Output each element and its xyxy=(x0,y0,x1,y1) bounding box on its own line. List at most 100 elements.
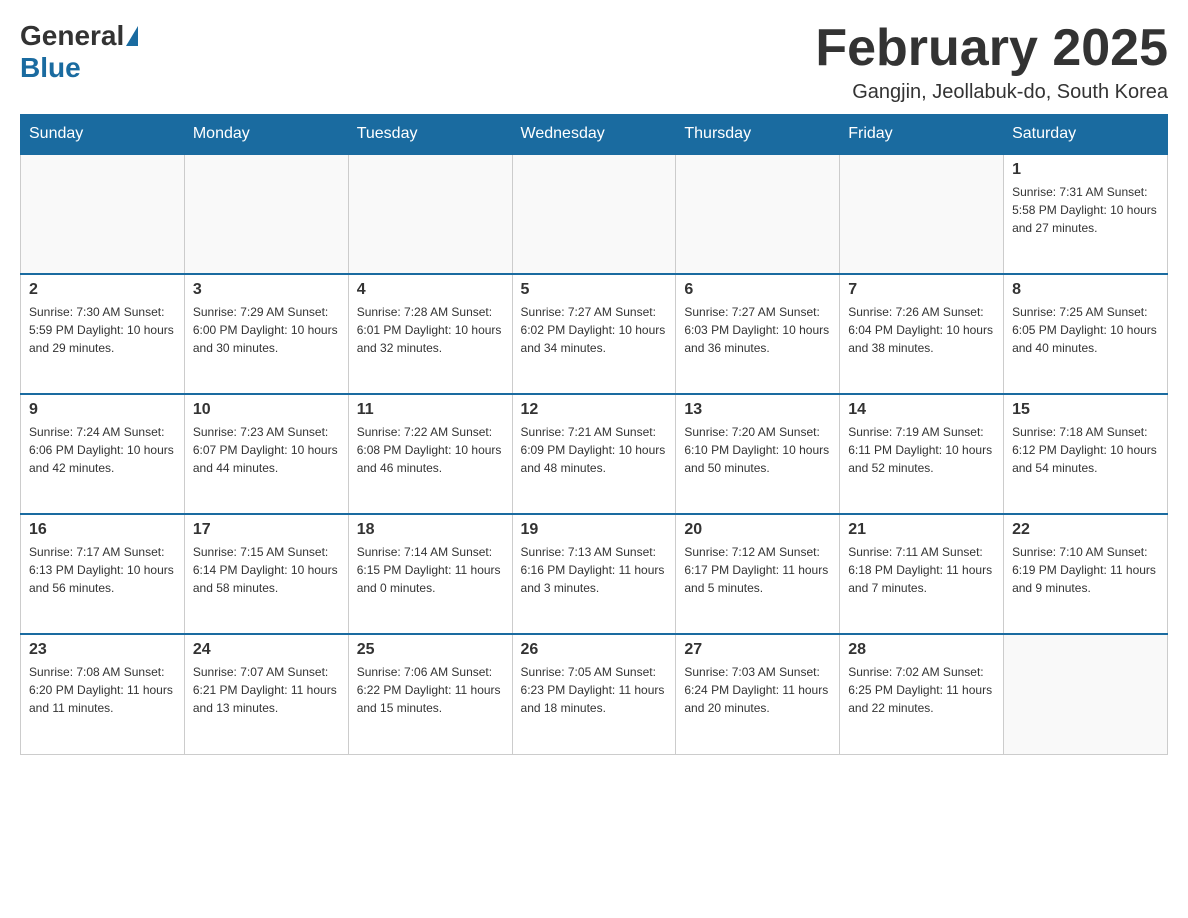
day-number: 17 xyxy=(193,521,340,539)
logo-general-text: General xyxy=(20,20,124,52)
title-section: February 2025 Gangjin, Jeollabuk-do, Sou… xyxy=(815,20,1168,104)
week-row-3: 9 Sunrise: 7:24 AM Sunset: 6:06 PM Daylig… xyxy=(21,394,1168,514)
calendar-cell: 27 Sunrise: 7:03 AM Sunset: 6:24 PM Dayli… xyxy=(676,634,840,754)
calendar-cell: 17 Sunrise: 7:15 AM Sunset: 6:14 PM Dayli… xyxy=(184,514,348,634)
day-number: 8 xyxy=(1012,281,1159,299)
day-info: Sunrise: 7:26 AM Sunset: 6:04 PM Dayligh… xyxy=(848,303,995,357)
day-info: Sunrise: 7:17 AM Sunset: 6:13 PM Dayligh… xyxy=(29,543,176,597)
calendar-cell: 14 Sunrise: 7:19 AM Sunset: 6:11 PM Dayli… xyxy=(840,394,1004,514)
day-number: 3 xyxy=(193,281,340,299)
calendar-cell: 26 Sunrise: 7:05 AM Sunset: 6:23 PM Dayli… xyxy=(512,634,676,754)
day-number: 5 xyxy=(521,281,668,299)
day-number: 10 xyxy=(193,401,340,419)
day-number: 12 xyxy=(521,401,668,419)
calendar-cell: 18Sunrise: 7:14 AM Sunset: 6:15 PM Dayli… xyxy=(348,514,512,634)
header-tuesday: Tuesday xyxy=(348,115,512,155)
week-row-4: 16Sunrise: 7:17 AM Sunset: 6:13 PM Dayli… xyxy=(21,514,1168,634)
calendar-header-row: SundayMondayTuesdayWednesdayThursdayFrid… xyxy=(21,115,1168,155)
day-info: Sunrise: 7:11 AM Sunset: 6:18 PM Dayligh… xyxy=(848,543,995,597)
day-number: 6 xyxy=(684,281,831,299)
week-row-1: 1 Sunrise: 7:31 AM Sunset: 5:58 PM Daylig… xyxy=(21,154,1168,274)
location-label: Gangjin, Jeollabuk-do, South Korea xyxy=(815,81,1168,104)
calendar-cell: 25 Sunrise: 7:06 AM Sunset: 6:22 PM Dayli… xyxy=(348,634,512,754)
calendar-cell xyxy=(348,154,512,274)
calendar-cell: 22 Sunrise: 7:10 AM Sunset: 6:19 PM Dayli… xyxy=(1004,514,1168,634)
calendar-cell: 13 Sunrise: 7:20 AM Sunset: 6:10 PM Dayli… xyxy=(676,394,840,514)
day-number: 26 xyxy=(521,641,668,659)
calendar-cell xyxy=(1004,634,1168,754)
day-info: Sunrise: 7:27 AM Sunset: 6:02 PM Dayligh… xyxy=(521,303,668,357)
calendar-cell: 21 Sunrise: 7:11 AM Sunset: 6:18 PM Dayli… xyxy=(840,514,1004,634)
header-saturday: Saturday xyxy=(1004,115,1168,155)
header-friday: Friday xyxy=(840,115,1004,155)
logo-blue-text: Blue xyxy=(20,52,81,84)
calendar-cell: 3 Sunrise: 7:29 AM Sunset: 6:00 PM Daylig… xyxy=(184,274,348,394)
logo: General Blue xyxy=(20,20,140,84)
day-info: Sunrise: 7:03 AM Sunset: 6:24 PM Dayligh… xyxy=(684,663,831,717)
day-info: Sunrise: 7:06 AM Sunset: 6:22 PM Dayligh… xyxy=(357,663,504,717)
calendar-cell: 16Sunrise: 7:17 AM Sunset: 6:13 PM Dayli… xyxy=(21,514,185,634)
calendar-cell: 15Sunrise: 7:18 AM Sunset: 6:12 PM Dayli… xyxy=(1004,394,1168,514)
day-number: 7 xyxy=(848,281,995,299)
day-number: 9 xyxy=(29,401,176,419)
day-info: Sunrise: 7:23 AM Sunset: 6:07 PM Dayligh… xyxy=(193,423,340,477)
week-row-5: 23Sunrise: 7:08 AM Sunset: 6:20 PM Dayli… xyxy=(21,634,1168,754)
day-info: Sunrise: 7:13 AM Sunset: 6:16 PM Dayligh… xyxy=(521,543,668,597)
day-number: 1 xyxy=(1012,161,1159,179)
day-info: Sunrise: 7:10 AM Sunset: 6:19 PM Dayligh… xyxy=(1012,543,1159,597)
calendar-cell: 19Sunrise: 7:13 AM Sunset: 6:16 PM Dayli… xyxy=(512,514,676,634)
header-monday: Monday xyxy=(184,115,348,155)
day-info: Sunrise: 7:31 AM Sunset: 5:58 PM Dayligh… xyxy=(1012,183,1159,237)
day-number: 2 xyxy=(29,281,176,299)
calendar-cell xyxy=(840,154,1004,274)
calendar-cell: 9 Sunrise: 7:24 AM Sunset: 6:06 PM Daylig… xyxy=(21,394,185,514)
day-info: Sunrise: 7:21 AM Sunset: 6:09 PM Dayligh… xyxy=(521,423,668,477)
day-info: Sunrise: 7:07 AM Sunset: 6:21 PM Dayligh… xyxy=(193,663,340,717)
day-number: 13 xyxy=(684,401,831,419)
calendar-cell xyxy=(184,154,348,274)
calendar-cell: 2 Sunrise: 7:30 AM Sunset: 5:59 PM Daylig… xyxy=(21,274,185,394)
day-info: Sunrise: 7:29 AM Sunset: 6:00 PM Dayligh… xyxy=(193,303,340,357)
day-info: Sunrise: 7:12 AM Sunset: 6:17 PM Dayligh… xyxy=(684,543,831,597)
calendar-cell: 10 Sunrise: 7:23 AM Sunset: 6:07 PM Dayli… xyxy=(184,394,348,514)
day-number: 11 xyxy=(357,401,504,419)
calendar-cell: 28 Sunrise: 7:02 AM Sunset: 6:25 PM Dayli… xyxy=(840,634,1004,754)
calendar-cell: 12 Sunrise: 7:21 AM Sunset: 6:09 PM Dayli… xyxy=(512,394,676,514)
day-number: 25 xyxy=(357,641,504,659)
day-number: 27 xyxy=(684,641,831,659)
calendar-cell: 20Sunrise: 7:12 AM Sunset: 6:17 PM Dayli… xyxy=(676,514,840,634)
day-info: Sunrise: 7:08 AM Sunset: 6:20 PM Dayligh… xyxy=(29,663,176,717)
day-info: Sunrise: 7:22 AM Sunset: 6:08 PM Dayligh… xyxy=(357,423,504,477)
month-title: February 2025 xyxy=(815,20,1168,77)
day-info: Sunrise: 7:28 AM Sunset: 6:01 PM Dayligh… xyxy=(357,303,504,357)
day-number: 18 xyxy=(357,521,504,539)
day-info: Sunrise: 7:20 AM Sunset: 6:10 PM Dayligh… xyxy=(684,423,831,477)
header-wednesday: Wednesday xyxy=(512,115,676,155)
logo-triangle-icon xyxy=(126,26,138,46)
day-info: Sunrise: 7:05 AM Sunset: 6:23 PM Dayligh… xyxy=(521,663,668,717)
day-number: 24 xyxy=(193,641,340,659)
day-number: 14 xyxy=(848,401,995,419)
calendar-cell: 8 Sunrise: 7:25 AM Sunset: 6:05 PM Daylig… xyxy=(1004,274,1168,394)
calendar-cell: 7 Sunrise: 7:26 AM Sunset: 6:04 PM Daylig… xyxy=(840,274,1004,394)
day-info: Sunrise: 7:25 AM Sunset: 6:05 PM Dayligh… xyxy=(1012,303,1159,357)
logo-text: General xyxy=(20,20,140,52)
day-info: Sunrise: 7:24 AM Sunset: 6:06 PM Dayligh… xyxy=(29,423,176,477)
header-thursday: Thursday xyxy=(676,115,840,155)
week-row-2: 2 Sunrise: 7:30 AM Sunset: 5:59 PM Daylig… xyxy=(21,274,1168,394)
day-info: Sunrise: 7:18 AM Sunset: 6:12 PM Dayligh… xyxy=(1012,423,1159,477)
calendar-cell xyxy=(21,154,185,274)
calendar-cell: 23Sunrise: 7:08 AM Sunset: 6:20 PM Dayli… xyxy=(21,634,185,754)
day-info: Sunrise: 7:27 AM Sunset: 6:03 PM Dayligh… xyxy=(684,303,831,357)
day-info: Sunrise: 7:19 AM Sunset: 6:11 PM Dayligh… xyxy=(848,423,995,477)
day-info: Sunrise: 7:15 AM Sunset: 6:14 PM Dayligh… xyxy=(193,543,340,597)
calendar-cell: 5 Sunrise: 7:27 AM Sunset: 6:02 PM Daylig… xyxy=(512,274,676,394)
day-number: 22 xyxy=(1012,521,1159,539)
calendar-cell: 24 Sunrise: 7:07 AM Sunset: 6:21 PM Dayli… xyxy=(184,634,348,754)
day-number: 21 xyxy=(848,521,995,539)
day-info: Sunrise: 7:30 AM Sunset: 5:59 PM Dayligh… xyxy=(29,303,176,357)
header-sunday: Sunday xyxy=(21,115,185,155)
day-info: Sunrise: 7:02 AM Sunset: 6:25 PM Dayligh… xyxy=(848,663,995,717)
day-number: 28 xyxy=(848,641,995,659)
calendar-cell: 11 Sunrise: 7:22 AM Sunset: 6:08 PM Dayli… xyxy=(348,394,512,514)
